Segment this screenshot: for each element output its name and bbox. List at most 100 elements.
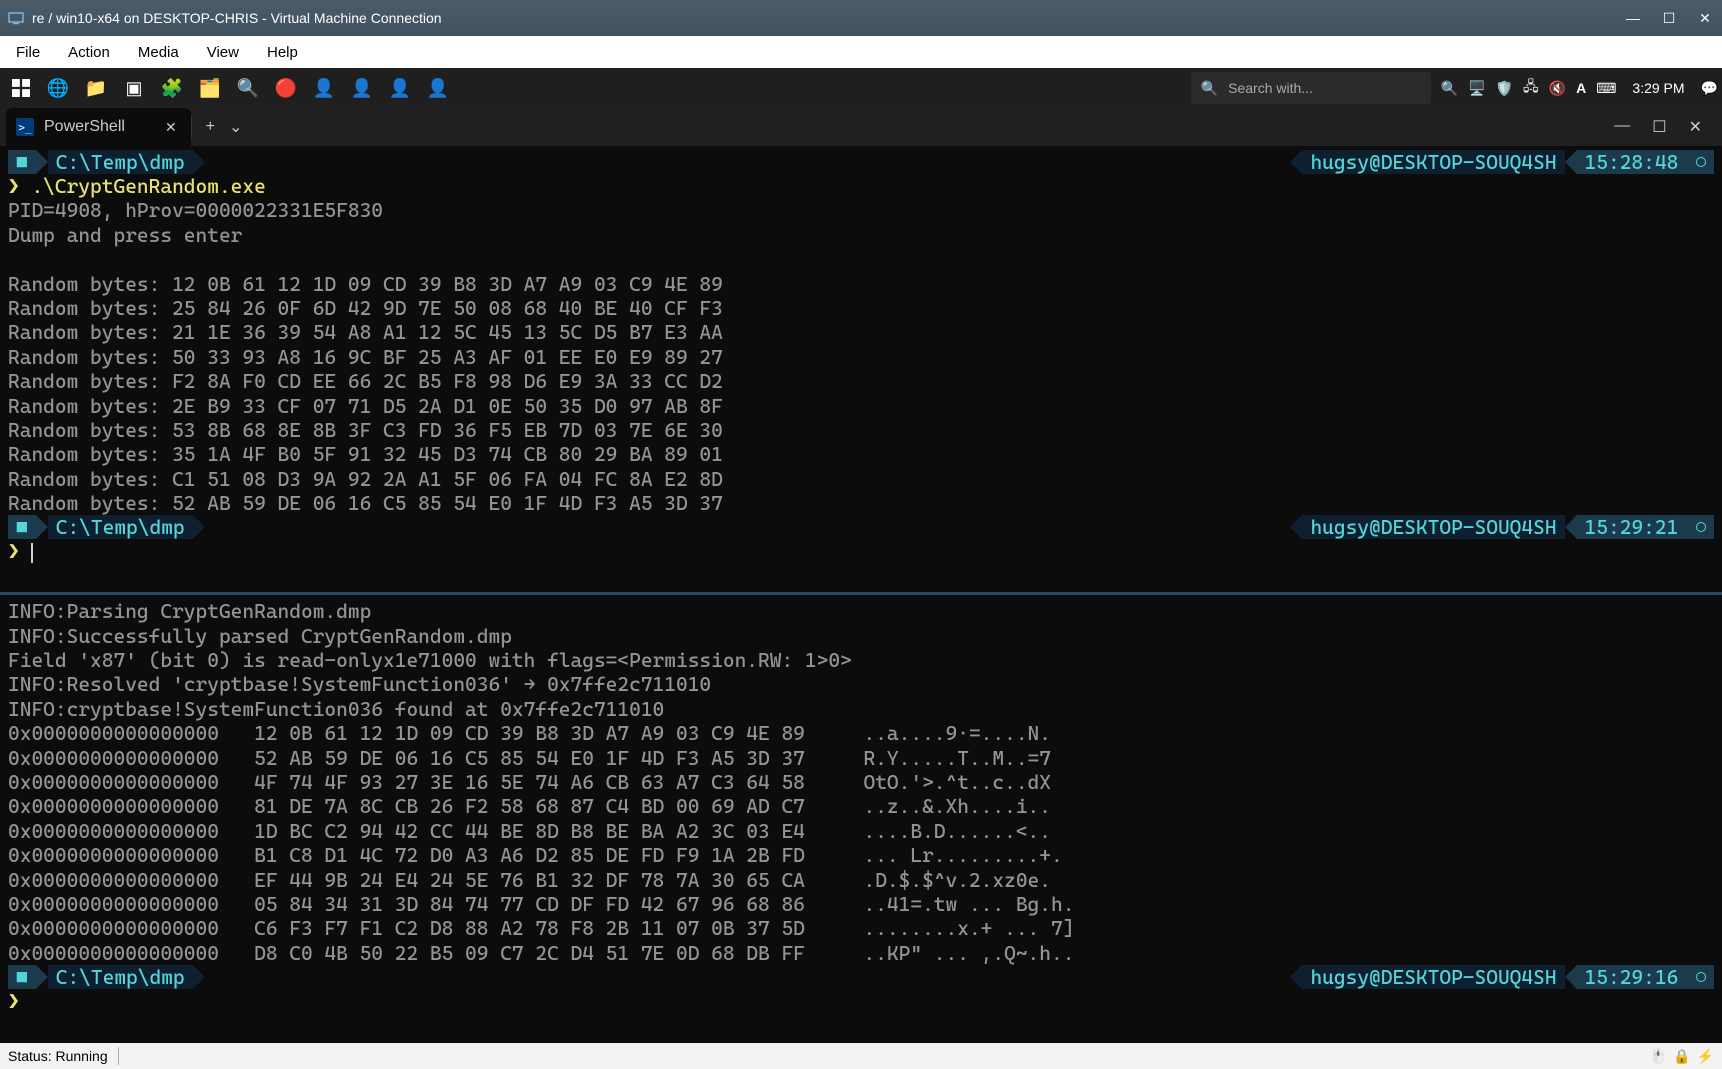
vm-maximize-button[interactable]: ☐	[1660, 10, 1678, 27]
prompt-user: hugsy@DESKTOP-SOUQ4SH	[1302, 515, 1564, 539]
prompt-path: C:\Temp\dmp	[48, 150, 193, 174]
tray-keyboard-icon[interactable]: ⌨	[1596, 80, 1616, 97]
terminal-tab-strip: >_ PowerShell ✕ + ⌄ — ☐ ✕	[0, 108, 1722, 146]
tray-network-icon[interactable]: 🖧	[1523, 76, 1539, 100]
clock-icon	[1696, 972, 1706, 982]
hexdump-line: 0x0000000000000000 B1 C8 D1 4C 72 D0 A3 …	[8, 843, 1714, 867]
vm-titlebar: re / win10-x64 on DESKTOP-CHRIS - Virtua…	[0, 0, 1722, 36]
app-icon-3[interactable]: 🔴	[272, 74, 300, 102]
app-icon-6[interactable]: 👤	[386, 74, 414, 102]
prompt-bar: ■ C:\Temp\dmp hugsy@DESKTOP-SOUQ4SH 15:2…	[8, 965, 1714, 989]
terminal-icon[interactable]: ▣	[120, 74, 148, 102]
random-bytes-line: Random bytes: 53 8B 68 8E 8B 3F C3 FD 36…	[8, 418, 1714, 442]
vm-menubar: File Action Media View Help	[0, 36, 1722, 68]
terminal-minimize-button[interactable]: —	[1614, 117, 1630, 137]
windows-taskbar: 🌐 📁 ▣ 🧩 🗂️ 🔍 🔴 👤 👤 👤 👤 🔍 Search with... …	[0, 68, 1722, 108]
hexdump-line: 0x0000000000000000 52 AB 59 DE 06 16 C5 …	[8, 746, 1714, 770]
prompt-seg-icon: ■	[8, 150, 36, 174]
prompt-seg-icon: ■	[8, 515, 36, 539]
status-icon-2: 🔒	[1673, 1048, 1690, 1065]
status-icon-3: ⚡	[1697, 1048, 1714, 1065]
random-bytes-line: Random bytes: 21 1E 36 39 54 A8 A1 12 5C…	[8, 320, 1714, 344]
tab-powershell-label: PowerShell	[44, 118, 125, 136]
info-line: INFO:Successfully parsed CryptGenRandom.…	[8, 624, 1714, 648]
explorer-icon[interactable]: 📁	[82, 74, 110, 102]
app-icon-2[interactable]: 🗂️	[196, 74, 224, 102]
clock-icon	[1696, 157, 1706, 167]
command-line: ❯ .\CryptGenRandom.exe	[8, 174, 1714, 198]
tray-text-icon[interactable]: A	[1576, 80, 1586, 96]
menu-media[interactable]: Media	[128, 40, 189, 65]
menu-help[interactable]: Help	[257, 40, 308, 65]
info-line: INFO:Resolved 'cryptbase!SystemFunction0…	[8, 672, 1714, 696]
blank-line	[8, 564, 1714, 588]
vm-minimize-button[interactable]: —	[1624, 10, 1642, 27]
tray-shield-icon[interactable]: 🛡️	[1496, 80, 1513, 97]
clock-icon	[1696, 522, 1706, 532]
hexdump-line: 0x0000000000000000 D8 C0 4B 50 22 B5 09 …	[8, 941, 1714, 965]
tray-search-icon[interactable]: 🔍	[1441, 80, 1458, 97]
menu-view[interactable]: View	[197, 40, 249, 65]
tray-sound-icon[interactable]: 🔇	[1549, 80, 1566, 97]
terminal-body[interactable]: ■ C:\Temp\dmp hugsy@DESKTOP-SOUQ4SH 15:2…	[0, 146, 1722, 1043]
hexdump-line: 0x0000000000000000 12 0B 61 12 1D 09 CD …	[8, 721, 1714, 745]
random-bytes-line: Random bytes: 52 AB 59 DE 06 16 C5 85 54…	[8, 491, 1714, 515]
prompt-seg-icon: ■	[8, 965, 36, 989]
random-bytes-line: Random bytes: F2 8A F0 CD EE 66 2C B5 F8…	[8, 369, 1714, 393]
prompt-bar: ■ C:\Temp\dmp hugsy@DESKTOP-SOUQ4SH 15:2…	[8, 515, 1714, 539]
output-line: PID=4908, hProv=0000022331E5F830	[8, 198, 1714, 222]
status-icon-1: 🖱️	[1650, 1048, 1667, 1065]
tray-clock[interactable]: 3:29 PM	[1632, 80, 1684, 96]
app-icon-7[interactable]: 👤	[424, 74, 452, 102]
vm-title: re / win10-x64 on DESKTOP-CHRIS - Virtua…	[32, 10, 1624, 26]
taskbar-search[interactable]: 🔍 Search with...	[1191, 72, 1431, 104]
info-line: Field 'x87' (bit 0) is read-onlyx1e71000…	[8, 648, 1714, 672]
hexdump-line: 0x0000000000000000 05 84 34 31 3D 84 74 …	[8, 892, 1714, 916]
prompt-user: hugsy@DESKTOP-SOUQ4SH	[1302, 965, 1564, 989]
prompt-bar: ■ C:\Temp\dmp hugsy@DESKTOP-SOUQ4SH 15:2…	[8, 150, 1714, 174]
app-icon-5[interactable]: 👤	[348, 74, 376, 102]
new-tab-button[interactable]: +	[206, 118, 215, 136]
blank-line	[8, 247, 1714, 271]
tab-powershell[interactable]: >_ PowerShell ✕	[6, 108, 191, 146]
app-icon-4[interactable]: 👤	[310, 74, 338, 102]
taskbar-pinned: 🌐 📁 ▣ 🧩 🗂️ 🔍 🔴 👤 👤 👤 👤	[44, 74, 452, 102]
prompt-path: C:\Temp\dmp	[48, 515, 193, 539]
output-line: Dump and press enter	[8, 223, 1714, 247]
tray-monitor-icon[interactable]: 🖥️	[1468, 80, 1485, 97]
prompt-time: 15:29:16	[1577, 965, 1714, 989]
pane-divider[interactable]	[0, 592, 1722, 595]
info-line: INFO:cryptbase!SystemFunction036 found a…	[8, 697, 1714, 721]
vm-status-text: Status: Running	[8, 1048, 108, 1064]
tab-dropdown-button[interactable]: ⌄	[229, 117, 242, 137]
random-bytes-line: Random bytes: 12 0B 61 12 1D 09 CD 39 B8…	[8, 272, 1714, 296]
search-placeholder: Search with...	[1228, 80, 1313, 96]
hexdump-line: 0x0000000000000000 EF 44 9B 24 E4 24 5E …	[8, 868, 1714, 892]
random-bytes-line: Random bytes: 35 1A 4F B0 5F 91 32 45 D3…	[8, 442, 1714, 466]
random-bytes-line: Random bytes: C1 51 08 D3 9A 92 2A A1 5F…	[8, 467, 1714, 491]
menu-file[interactable]: File	[6, 40, 50, 65]
random-bytes-line: Random bytes: 25 84 26 0F 6D 42 9D 7E 50…	[8, 296, 1714, 320]
vm-icon	[8, 10, 24, 26]
random-bytes-line: Random bytes: 50 33 93 A8 16 9C BF 25 A3…	[8, 345, 1714, 369]
hexdump-line: 0x0000000000000000 1D BC C2 94 42 CC 44 …	[8, 819, 1714, 843]
powershell-icon: >_	[16, 118, 34, 136]
vm-close-button[interactable]: ✕	[1696, 10, 1714, 27]
menu-action[interactable]: Action	[58, 40, 120, 65]
terminal-close-button[interactable]: ✕	[1689, 117, 1702, 137]
hexdump-line: 0x0000000000000000 C6 F3 F7 F1 C2 D8 88 …	[8, 916, 1714, 940]
terminal-maximize-button[interactable]: ☐	[1652, 117, 1666, 137]
prompt-line[interactable]: ❯	[8, 989, 1714, 1013]
vm-statusbar: Status: Running 🖱️ 🔒 ⚡	[0, 1043, 1722, 1069]
tray-notifications-icon[interactable]: 💬	[1701, 80, 1718, 97]
tab-close-button[interactable]: ✕	[165, 119, 177, 136]
start-button[interactable]	[4, 71, 38, 105]
prompt-line[interactable]: ❯	[8, 539, 1714, 563]
app-icon-1[interactable]: 🧩	[158, 74, 186, 102]
prompt-user: hugsy@DESKTOP-SOUQ4SH	[1302, 150, 1564, 174]
search-taskbar-icon[interactable]: 🔍	[234, 74, 262, 102]
prompt-path: C:\Temp\dmp	[48, 965, 193, 989]
prompt-time: 15:28:48	[1577, 150, 1714, 174]
edge-icon[interactable]: 🌐	[44, 74, 72, 102]
random-bytes-line: Random bytes: 2E B9 33 CF 07 71 D5 2A D1…	[8, 394, 1714, 418]
